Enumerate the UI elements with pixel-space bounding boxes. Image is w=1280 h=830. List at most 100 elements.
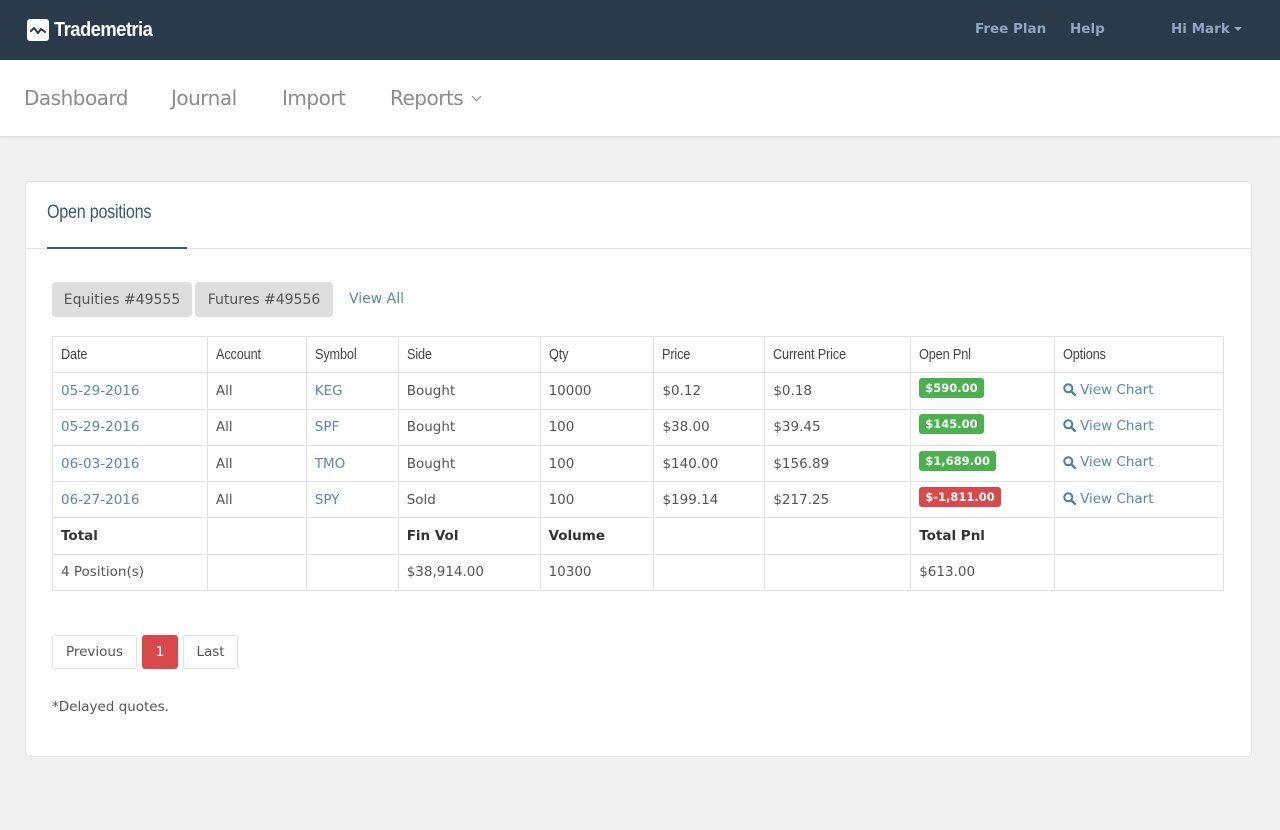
date-cell[interactable]: 06-03-2016 xyxy=(52,444,208,483)
col-qty[interactable]: Qty xyxy=(539,335,655,374)
volume-label: Volume xyxy=(539,517,655,555)
col-date[interactable]: Date xyxy=(52,335,208,374)
symbol-link[interactable]: SPY xyxy=(315,492,340,508)
fin-vol-label: Fin Vol xyxy=(397,517,541,555)
pnl-badge: $145.00 xyxy=(919,414,984,435)
current-price-cell: $39.45 xyxy=(764,408,912,446)
last-page-button[interactable]: Last xyxy=(183,635,238,669)
pagination: Previous 1 Last xyxy=(52,635,238,669)
symbol-link[interactable]: TMO xyxy=(315,456,346,472)
side-cell: Bought xyxy=(397,444,541,483)
side-cell: Bought xyxy=(397,408,541,446)
brand-logo[interactable]: Trademetria xyxy=(27,18,161,42)
total-pnl-label: Total Pnl xyxy=(910,517,1056,555)
date-link[interactable]: 06-27-2016 xyxy=(61,492,139,508)
open-positions-panel: Open positions Equities #49555 Futures #… xyxy=(25,181,1252,757)
table-header-row: Date Account Symbol Side Qty Price Curre… xyxy=(52,335,1224,374)
search-icon xyxy=(1063,456,1077,469)
line-chart-icon xyxy=(27,19,49,41)
qty-cell: 10000 xyxy=(539,372,655,410)
totals-header-row: Total Fin Vol Volume Total Pnl xyxy=(52,517,1224,555)
options-cell: View Chart xyxy=(1054,481,1224,519)
col-symbol[interactable]: Symbol xyxy=(305,335,399,374)
col-price[interactable]: Price xyxy=(653,335,766,374)
view-chart-label: View Chart xyxy=(1080,381,1154,398)
pnl-badge: $590.00 xyxy=(919,377,984,398)
delayed-quotes-note: *Delayed quotes. xyxy=(52,699,169,715)
chevron-down-icon xyxy=(471,91,482,102)
open-pnl-cell: $590.00 xyxy=(910,372,1056,410)
volume-value: 10300 xyxy=(539,553,655,592)
user-menu-label: Hi Mark xyxy=(1171,21,1230,37)
free-plan-link[interactable]: Free Plan xyxy=(975,21,1046,37)
search-icon xyxy=(1063,383,1077,397)
date-cell[interactable]: 05-29-2016 xyxy=(52,372,208,410)
totals-row: 4 Position(s) $38,914.00 10300 $613.00 xyxy=(52,553,1224,592)
positions-table: Date Account Symbol Side Qty Price Curre… xyxy=(52,335,1224,592)
symbol-link[interactable]: SPF xyxy=(315,419,339,435)
panel-title: Open positions xyxy=(47,202,152,223)
date-link[interactable]: 05-29-2016 xyxy=(61,419,139,435)
qty-cell: 100 xyxy=(539,481,655,519)
user-menu[interactable]: Hi Mark xyxy=(1171,21,1242,37)
previous-page-button[interactable]: Previous xyxy=(52,635,137,669)
page-1-button[interactable]: 1 xyxy=(142,635,178,669)
col-options: Options xyxy=(1054,335,1224,374)
options-cell: View Chart xyxy=(1054,372,1224,410)
date-link[interactable]: 05-29-2016 xyxy=(61,383,139,399)
view-chart-link[interactable]: View Chart xyxy=(1063,381,1154,398)
help-link[interactable]: Help xyxy=(1070,21,1105,37)
options-cell: View Chart xyxy=(1054,444,1224,483)
symbol-cell[interactable]: TMO xyxy=(305,444,399,483)
main-nav: Dashboard Journal Import Reports xyxy=(0,60,1280,137)
symbol-cell[interactable]: SPF xyxy=(305,408,399,446)
symbol-cell[interactable]: KEG xyxy=(305,372,399,410)
top-navbar: Trademetria Free Plan Help Hi Mark xyxy=(0,0,1280,60)
open-pnl-cell: $1,689.00 xyxy=(910,444,1056,483)
view-chart-link[interactable]: View Chart xyxy=(1063,454,1154,470)
view-all-link[interactable]: View All xyxy=(349,291,404,307)
qty-cell: 100 xyxy=(539,408,655,446)
col-open-pnl[interactable]: Open Pnl xyxy=(910,335,1056,374)
table-row: 05-29-2016 All KEG Bought 10000 $0.12 $0… xyxy=(52,372,1224,410)
search-icon xyxy=(1063,492,1077,506)
nav-import[interactable]: Import xyxy=(282,86,346,110)
date-cell[interactable]: 06-27-2016 xyxy=(52,481,208,519)
account-cell: All xyxy=(206,408,307,446)
account-cell: All xyxy=(206,444,307,483)
fin-vol-value: $38,914.00 xyxy=(397,553,541,592)
open-pnl-cell: $145.00 xyxy=(910,408,1056,446)
account-cell: All xyxy=(206,481,307,519)
pnl-badge: $1,689.00 xyxy=(919,450,996,471)
equities-account-button[interactable]: Equities #49555 xyxy=(52,282,192,317)
current-price-cell: $156.89 xyxy=(764,444,912,483)
symbol-cell[interactable]: SPY xyxy=(305,481,399,519)
view-chart-label: View Chart xyxy=(1080,417,1154,434)
col-account[interactable]: Account xyxy=(206,335,307,374)
view-chart-label: View Chart xyxy=(1080,490,1154,507)
panel-title-underline xyxy=(47,247,187,249)
total-label: Total xyxy=(52,517,208,555)
view-chart-link[interactable]: View Chart xyxy=(1063,490,1154,507)
col-side[interactable]: Side xyxy=(397,335,541,374)
table-row: 06-27-2016 All SPY Sold 100 $199.14 $217… xyxy=(52,481,1224,519)
panel-header: Open positions xyxy=(26,182,1251,249)
current-price-cell: $0.18 xyxy=(764,372,912,410)
nav-dashboard[interactable]: Dashboard xyxy=(24,86,129,110)
date-cell[interactable]: 05-29-2016 xyxy=(52,408,208,446)
nav-journal[interactable]: Journal xyxy=(171,86,237,110)
col-current-price[interactable]: Current Price xyxy=(764,335,912,374)
open-pnl-cell: $-1,811.00 xyxy=(910,481,1056,519)
futures-account-button[interactable]: Futures #49556 xyxy=(195,282,333,317)
date-link[interactable]: 06-03-2016 xyxy=(61,456,139,472)
total-pnl-value: $613.00 xyxy=(910,553,1056,592)
table-row: 05-29-2016 All SPF Bought 100 $38.00 $39… xyxy=(52,408,1224,446)
view-chart-link[interactable]: View Chart xyxy=(1063,417,1154,434)
caret-down-icon xyxy=(1233,27,1242,31)
nav-reports[interactable]: Reports xyxy=(390,86,482,110)
account-cell: All xyxy=(206,372,307,410)
symbol-link[interactable]: KEG xyxy=(315,383,343,399)
side-cell: Bought xyxy=(397,372,541,410)
price-cell: $38.00 xyxy=(653,408,766,446)
qty-cell: 100 xyxy=(539,444,655,483)
